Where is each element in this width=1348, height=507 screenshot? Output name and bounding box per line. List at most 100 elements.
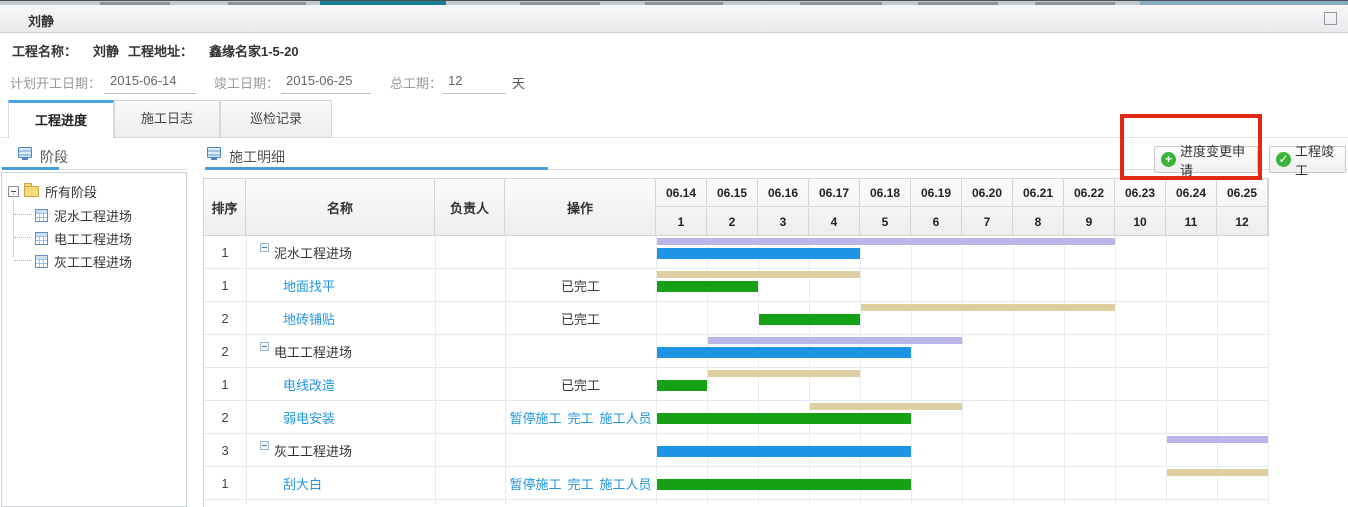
tab-bar: 工程进度施工日志巡检记录 [0, 100, 1348, 138]
gantt-planned-bar-task [861, 304, 1115, 311]
group-collapse-icon[interactable] [260, 441, 269, 450]
duration-label: 总工期： [390, 73, 442, 92]
cell-name: 地砖铺贴 [246, 302, 435, 335]
task-name-link[interactable]: 电线改造 [283, 375, 335, 394]
progress-change-request-label: 进度变更申请 [1180, 141, 1249, 179]
cell-sort: 1 [204, 269, 246, 302]
group-collapse-icon[interactable] [260, 243, 269, 252]
cell-name: 灰工工程进场 [246, 434, 435, 467]
cell-operations [505, 434, 656, 467]
duration-underline [443, 93, 506, 94]
tab-construction-log[interactable]: 施工日志 [114, 100, 220, 138]
gantt-day-number-header: 2 [707, 208, 758, 236]
column-header-sort: 排序 [204, 179, 246, 236]
project-name-value: 刘静 [93, 41, 119, 60]
cell-sort: 1 [204, 236, 246, 269]
tree-item-stage[interactable]: 电工工程进场 [35, 227, 132, 249]
column-header-owner: 负责人 [435, 179, 505, 236]
progress-change-request-button[interactable]: + 进度变更申请 [1154, 146, 1258, 173]
task-name-link[interactable]: 刮大白 [283, 474, 322, 493]
cell-sort: 2 [204, 401, 246, 434]
finish-date-field[interactable]: 2015-06-25 [286, 73, 353, 88]
gantt-day-number-header: 8 [1013, 208, 1064, 236]
table-icon [35, 232, 48, 245]
gantt-planned-bar-group [708, 337, 962, 344]
gantt-date-header: 06.23 [1115, 179, 1166, 207]
tree-root-label: 所有阶段 [45, 182, 97, 201]
cell-operations: 已完工 [505, 302, 656, 335]
gantt-actual-bar-task [657, 413, 911, 424]
plan-start-field[interactable]: 2015-06-14 [110, 73, 177, 88]
gantt-day-number-header: 3 [758, 208, 809, 236]
gantt-date-header: 06.20 [962, 179, 1013, 207]
gantt-planned-bar-task [708, 370, 860, 377]
gantt-actual-bar-task [657, 380, 707, 391]
cell-name: 弱电安装 [246, 401, 435, 434]
gantt-day-number-header: 10 [1115, 208, 1166, 236]
tree-connector-line [14, 214, 32, 215]
project-completion-button[interactable]: ✓ 工程竣工 [1269, 146, 1346, 173]
cell-sort: 1 [204, 467, 246, 500]
gantt-actual-bar-group [657, 248, 860, 259]
gantt-day-number-header: 12 [1217, 208, 1268, 236]
date-fields-row: 计划开工日期： 2015-06-14 竣工日期： 2015-06-25 总工期：… [0, 62, 1348, 100]
group-collapse-icon[interactable] [260, 342, 269, 351]
column-header-name: 名称 [246, 179, 435, 236]
gantt-planned-bar-group [1167, 436, 1268, 443]
table-header: 排序名称负责人操作06.1406.1506.1606.1706.1806.190… [204, 178, 1269, 236]
task-name-link[interactable]: 弱电安装 [283, 408, 335, 427]
project-address-label: 工程地址： [128, 41, 193, 60]
maximize-icon[interactable] [1324, 12, 1337, 25]
construction-staff-link[interactable]: 施工人员 [600, 408, 652, 427]
construction-staff-link[interactable]: 施工人员 [600, 474, 652, 493]
gantt-date-header: 06.17 [809, 179, 860, 207]
main-section-title: 施工明细 [229, 147, 285, 167]
cell-operations [505, 335, 656, 368]
duration-unit: 天 [512, 73, 525, 92]
gantt-day-number-header: 9 [1064, 208, 1115, 236]
gantt-day-number-header: 4 [809, 208, 860, 236]
complete-link[interactable]: 完工 [567, 474, 593, 493]
gantt-date-header: 06.21 [1013, 179, 1064, 207]
cell-sort: 1 [204, 368, 246, 401]
finish-date-label: 竣工日期： [214, 73, 279, 92]
monitor-icon [207, 147, 221, 158]
app-window: 刘静 工程名称： 刘静 工程地址： 鑫缘名家1-5-20 计划开工日期： 201… [0, 0, 1348, 507]
construction-detail-table: 排序名称负责人操作06.1406.1506.1606.1706.1806.190… [203, 178, 1269, 507]
task-name-link[interactable]: 地面找平 [283, 276, 335, 295]
finish-date-underline [281, 93, 371, 94]
tab-inspection-record[interactable]: 巡检记录 [220, 100, 332, 138]
table-body: 1泥水工程进场1地面找平已完工2地砖铺贴已完工2电工工程进场1电线改造已完工2弱… [204, 236, 1269, 507]
tree-item-stage[interactable]: 泥水工程进场 [35, 204, 132, 226]
plan-start-label: 计划开工日期： [10, 73, 101, 92]
tree-item-stage[interactable]: 灰工工程进场 [35, 250, 132, 272]
cell-operations: 已完工 [505, 368, 656, 401]
gantt-date-header: 06.19 [911, 179, 962, 207]
group-name-label: 电工工程进场 [274, 342, 352, 361]
cell-sort: 3 [204, 434, 246, 467]
stage-tree-panel: 所有阶段 泥水工程进场电工工程进场灰工工程进场 [1, 172, 187, 507]
gantt-date-header: 06.14 [656, 179, 707, 207]
table-icon [35, 255, 48, 268]
cell-name: 泥水工程进场 [246, 236, 435, 269]
gantt-day-number-header: 7 [962, 208, 1013, 236]
gantt-planned-bar-task [1167, 469, 1268, 476]
duration-field[interactable]: 12 [448, 73, 462, 88]
tree-root-all-stages[interactable]: 所有阶段 [8, 181, 97, 201]
gantt-actual-bar-task [759, 314, 860, 325]
left-section-title: 阶段 [40, 147, 68, 167]
tree-connector-line [14, 260, 32, 261]
task-name-link[interactable]: 地砖铺贴 [283, 309, 335, 328]
gantt-actual-bar-group [657, 446, 911, 457]
pause-construction-link[interactable]: 暂停施工 [509, 408, 561, 427]
complete-link[interactable]: 完工 [567, 408, 593, 427]
gantt-actual-bar-task [657, 281, 758, 292]
project-completion-label: 工程竣工 [1295, 141, 1337, 179]
gantt-planned-bar-task [810, 403, 962, 410]
pause-construction-link[interactable]: 暂停施工 [509, 474, 561, 493]
tree-connector-line [14, 237, 32, 238]
gantt-date-header: 06.16 [758, 179, 809, 207]
tab-project-progress[interactable]: 工程进度 [8, 100, 114, 138]
group-name-label: 灰工工程进场 [274, 441, 352, 460]
window-title: 刘静 [28, 11, 54, 30]
